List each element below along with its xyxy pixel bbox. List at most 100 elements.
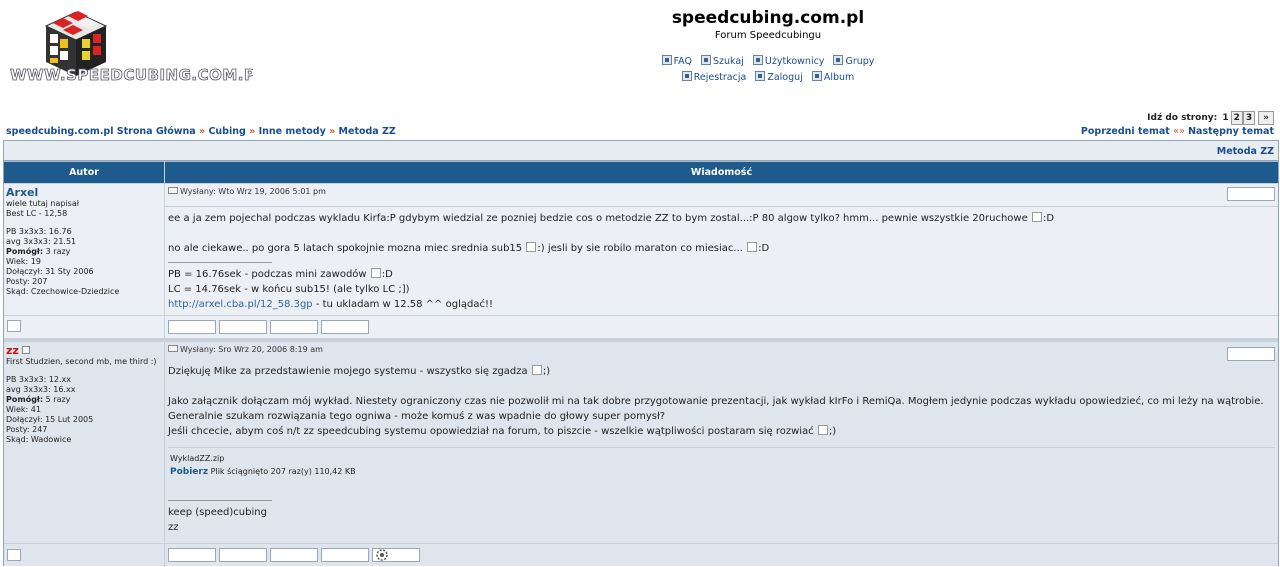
author-avg: avg 3x3x3: 16.xx	[6, 385, 76, 394]
offline-status-icon	[21, 346, 30, 354]
topic-title-bar: Metoda ZZ	[4, 141, 1278, 161]
author-location: Skąd: Wadowice	[6, 435, 72, 444]
signature-divider	[168, 500, 272, 501]
page-2-link[interactable]: 2	[1230, 111, 1243, 125]
nav-login[interactable]: Zaloguj	[755, 71, 803, 83]
post-footer-left	[4, 316, 164, 338]
nav-groups[interactable]: Grupy	[833, 55, 874, 67]
author-joined: Dołączył: 31 Sty 2006	[6, 267, 94, 276]
next-page-button[interactable]: »	[1258, 111, 1274, 125]
breadcrumb: speedcubing.com.pl Strona Główna » Cubin…	[6, 126, 396, 137]
users-icon	[752, 55, 763, 65]
post-footer-left	[4, 544, 164, 566]
post-author-name[interactable]: zz	[6, 344, 19, 357]
page-3-link[interactable]: 3	[1242, 111, 1256, 125]
page-1: 1	[1222, 113, 1229, 123]
post-icon	[168, 345, 178, 352]
post-author-cell: Arxel wiele tutaj napisał Best LC - 12,5…	[4, 184, 164, 315]
author-helped: Pomógł: 5 razy	[6, 395, 71, 404]
pagination-label: Idź do strony:	[1147, 113, 1218, 123]
quote-button[interactable]	[1227, 347, 1275, 361]
post-author-name[interactable]: Arxel	[6, 186, 38, 199]
post-footer-buttons	[165, 316, 1278, 338]
breadcrumb-topic[interactable]: Metoda ZZ	[339, 126, 396, 137]
post-footer-buttons	[165, 544, 1278, 566]
author-rank: First Studzien, second mb, me third :)	[6, 357, 157, 366]
gg-button[interactable]	[321, 320, 369, 334]
attachment-box: WykladZZ.zip Pobierz Plik ściągnięto 207…	[170, 454, 356, 477]
author-avg: avg 3x3x3: 21.51	[6, 237, 77, 246]
author-best-lc: Best LC - 12,58	[6, 209, 68, 218]
register-icon	[681, 71, 692, 81]
email-button[interactable]	[270, 548, 318, 562]
site-title: speedcubing.com.pl	[671, 8, 865, 28]
attachment-download-link[interactable]: Pobierz	[170, 467, 208, 477]
post-body: Dziękuję Mike za przedstawienie mojego s…	[168, 364, 1275, 439]
pagination: Idź do strony: 1 2 3»	[1147, 111, 1274, 125]
smiley-icon	[531, 365, 542, 375]
signature-line-1: keep (speed)cubing	[168, 507, 267, 518]
pm-button[interactable]	[219, 548, 267, 562]
smiley-icon	[817, 425, 828, 435]
nav-users[interactable]: Użytkownicy	[752, 55, 824, 67]
signature-line-1: PB = 16.76sek - podczas mini zawodów :D	[168, 268, 393, 280]
quote-button[interactable]	[1227, 187, 1275, 201]
nav-album[interactable]: Album	[811, 71, 854, 83]
faq-icon	[661, 55, 672, 65]
profile-button[interactable]	[168, 548, 216, 562]
attachment-filename: WykladZZ.zip	[170, 454, 225, 463]
smiley-icon	[747, 242, 758, 252]
back-to-top-icon[interactable]	[7, 320, 21, 332]
breadcrumb-sep: »	[198, 126, 206, 137]
profile-button[interactable]	[168, 320, 216, 334]
post-icon	[168, 187, 178, 194]
top-nav-row-2: Rejestracja Zaloguj Album	[0, 71, 1280, 83]
topic-title-link[interactable]: Metoda ZZ	[1217, 146, 1274, 157]
email-button[interactable]	[270, 320, 318, 334]
nav-register[interactable]: Rejestracja	[681, 71, 746, 83]
author-post-count: Posty: 207	[6, 277, 48, 286]
topic-navigation: Poprzedni temat «» Następny temat	[1081, 126, 1274, 137]
column-header-message: Wiadomość	[165, 161, 1278, 183]
post-message-cell: Wysłany: Wto Wrz 19, 2006 5:01 pm ee a j…	[165, 184, 1278, 315]
signature-line-2: LC = 14.76sek - w końcu sub15! (ale tylk…	[168, 284, 410, 295]
post-author-cell: zz First Studzien, second mb, me third :…	[4, 342, 164, 543]
signature-video-link[interactable]: http://arxel.cba.pl/12_58.3gp	[168, 299, 313, 310]
author-location: Skąd: Czechowice-Dziedzice	[6, 287, 120, 296]
author-post-count: Posty: 247	[6, 425, 48, 434]
post-date: Wysłany: Wto Wrz 19, 2006 5:01 pm	[168, 187, 1275, 196]
post-divider	[165, 206, 1278, 207]
signature-line-3: http://arxel.cba.pl/12_58.3gp - tu uklad…	[168, 299, 493, 310]
album-icon	[811, 71, 822, 81]
author-age: Wiek: 41	[6, 405, 41, 414]
breadcrumb-home[interactable]: speedcubing.com.pl Strona Główna	[6, 126, 196, 137]
gg-status-button[interactable]	[372, 548, 420, 562]
breadcrumb-other-methods[interactable]: Inne metody	[259, 126, 326, 137]
author-age: Wiek: 19	[6, 257, 41, 266]
post-paragraph: Generalnie szukam rozwiązania tego ogniw…	[168, 411, 666, 422]
breadcrumb-cubing[interactable]: Cubing	[208, 126, 245, 137]
author-helped: Pomógł: 3 razy	[6, 247, 71, 256]
post-date: Wysłany: Sro Wrz 20, 2006 8:19 am	[168, 345, 1275, 354]
pm-button[interactable]	[219, 320, 267, 334]
back-to-top-icon[interactable]	[7, 549, 21, 561]
next-topic-link[interactable]: Następny temat	[1188, 126, 1274, 137]
signature-line-2: zz	[168, 522, 179, 533]
smiley-icon	[526, 242, 537, 252]
post-message-cell: Wysłany: Sro Wrz 20, 2006 8:19 am Dzięku…	[165, 342, 1278, 543]
smiley-icon	[370, 268, 381, 278]
site-description: Forum Speedcubingu	[714, 30, 822, 41]
post-paragraph: Jako załącznik dołączam mój wykład. Nies…	[168, 396, 1264, 407]
previous-topic-link[interactable]: Poprzedni temat	[1081, 126, 1170, 137]
www-button[interactable]	[321, 548, 369, 562]
nav-faq[interactable]: FAQ	[661, 55, 692, 67]
author-rank: wiele tutaj napisał	[6, 199, 80, 208]
topic-table: Metoda ZZ Autor Wiadomość Arxel wiele tu…	[3, 140, 1279, 566]
attachment-divider	[168, 447, 1275, 448]
attachment-info: Plik ściągnięto 207 raz(y) 110,42 KB	[210, 467, 356, 476]
top-nav-row-1: FAQ Szukaj Użytkownicy Grupy	[0, 55, 1280, 67]
nav-search[interactable]: Szukaj	[701, 55, 744, 67]
topic-nav-sep: «»	[1173, 126, 1185, 137]
table-header: Autor Wiadomość	[4, 161, 1278, 183]
login-icon	[755, 71, 766, 81]
